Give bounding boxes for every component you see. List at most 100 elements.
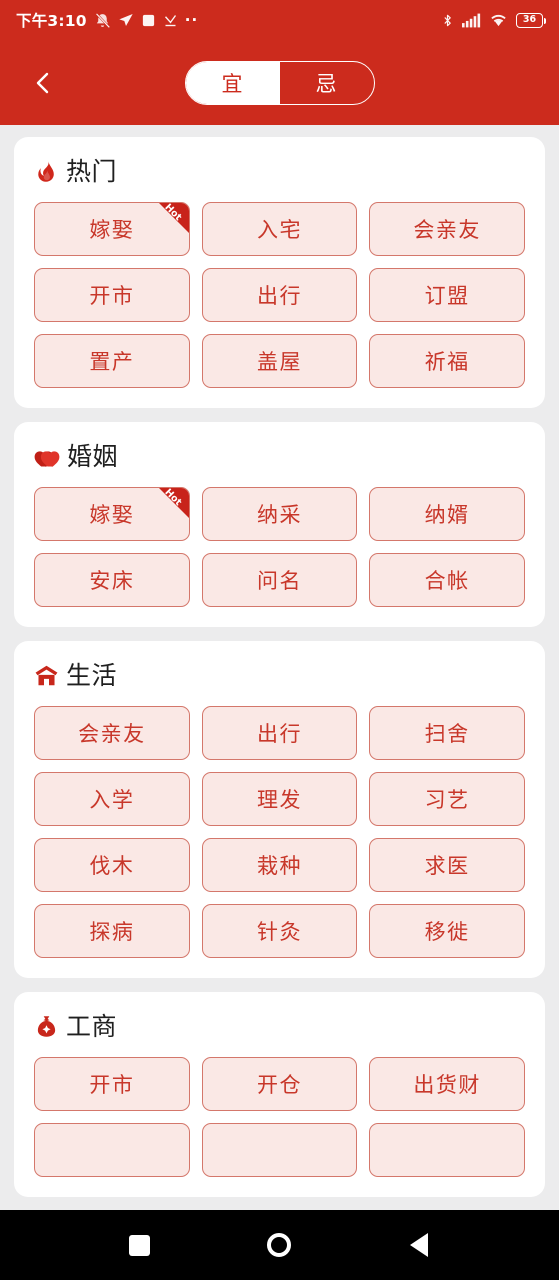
status-bar: 下午3:10 ·· 36 bbox=[0, 0, 559, 40]
chip-label: 问名 bbox=[256, 569, 302, 593]
house-icon bbox=[35, 665, 58, 686]
chip-label: 入宅 bbox=[256, 218, 302, 242]
chip-label: 扫舍 bbox=[424, 722, 470, 746]
section-grid: 开市 开仓 出货财 bbox=[34, 1057, 525, 1177]
yi-ji-toggle[interactable]: 宜 忌 bbox=[184, 60, 375, 105]
home-button[interactable] bbox=[256, 1222, 302, 1268]
chip-label: 开市 bbox=[89, 1073, 135, 1097]
chip-item[interactable]: 会亲友 bbox=[34, 706, 190, 760]
tab-yi[interactable]: 宜 bbox=[185, 61, 280, 104]
chip-item[interactable]: 开市 bbox=[34, 1057, 190, 1111]
status-bar-right: 36 bbox=[441, 12, 546, 29]
section-title: 婚姻 bbox=[67, 442, 119, 471]
section-card-life: 生活 会亲友 出行 扫舍 入学 理发 习艺 伐木 栽种 求医 探病 针灸 移徙 bbox=[14, 641, 545, 978]
chip-item[interactable]: 扫舍 bbox=[369, 706, 525, 760]
chip-item[interactable]: 开仓 bbox=[201, 1057, 358, 1111]
section-card-hot: 热门 嫁娶 Hot 入宅 会亲友 开市 出行 订盟 置产 盖屋 祈福 bbox=[14, 137, 545, 408]
back-button[interactable] bbox=[12, 52, 74, 114]
chip-item[interactable]: 入宅 bbox=[201, 202, 358, 256]
double-heart-icon bbox=[34, 450, 60, 467]
chip-label: 嫁娶 bbox=[89, 218, 135, 242]
circle-icon bbox=[267, 1233, 292, 1257]
back-nav-button[interactable] bbox=[396, 1222, 442, 1268]
chip-label: 开仓 bbox=[256, 1073, 302, 1097]
hot-ribbon bbox=[158, 488, 189, 518]
sections-scroll-area[interactable]: 热门 嫁娶 Hot 入宅 会亲友 开市 出行 订盟 置产 盖屋 祈福 婚姻 嫁娶… bbox=[0, 125, 559, 1210]
chip-item[interactable]: 移徙 bbox=[369, 904, 525, 958]
bluetooth-icon bbox=[444, 14, 451, 26]
battery-level: 36 bbox=[522, 14, 537, 26]
section-header: 婚姻 bbox=[34, 444, 525, 469]
bell-muted-icon bbox=[95, 12, 110, 28]
chip-item[interactable]: 习艺 bbox=[369, 772, 525, 826]
chip-item[interactable]: 会亲友 bbox=[369, 202, 525, 256]
section-grid: 嫁娶 Hot 入宅 会亲友 开市 出行 订盟 置产 盖屋 祈福 bbox=[34, 202, 525, 388]
chip-label: 伐木 bbox=[89, 854, 135, 878]
chip-item[interactable]: 栽种 bbox=[201, 838, 358, 892]
chip-item[interactable]: 置产 bbox=[34, 334, 190, 388]
section-card-business: 工商 开市 开仓 出货财 bbox=[14, 992, 545, 1197]
chip-item[interactable]: 开市 bbox=[34, 268, 190, 322]
chevron-left-icon bbox=[36, 72, 49, 93]
section-title: 工商 bbox=[66, 1012, 118, 1041]
chip-item[interactable] bbox=[369, 1123, 525, 1177]
flame-icon bbox=[38, 161, 54, 182]
chip-item[interactable]: 祈福 bbox=[369, 334, 525, 388]
section-header: 工商 bbox=[34, 1014, 525, 1039]
chip-item[interactable]: 出行 bbox=[201, 706, 358, 760]
chip-label: 纳采 bbox=[256, 503, 302, 527]
chip-item[interactable]: 合帐 bbox=[369, 553, 525, 607]
chip-item[interactable]: 入学 bbox=[34, 772, 190, 826]
square-app-icon bbox=[142, 14, 154, 26]
section-header: 生活 bbox=[34, 663, 525, 688]
chip-item[interactable]: 纳婿 bbox=[369, 487, 525, 541]
section-grid: 嫁娶 Hot 纳采 纳婿 安床 问名 合帐 bbox=[34, 487, 525, 607]
chip-label: 出货财 bbox=[413, 1073, 481, 1097]
download-check-icon bbox=[164, 14, 176, 26]
triangle-back-icon bbox=[410, 1233, 429, 1257]
more-dots-icon: ·· bbox=[184, 11, 199, 29]
status-time: 下午3:10 bbox=[16, 12, 87, 30]
chip-label: 盖屋 bbox=[256, 350, 302, 374]
chip-label: 祈福 bbox=[424, 350, 470, 374]
chip-label: 理发 bbox=[256, 788, 302, 812]
wifi-icon bbox=[491, 14, 506, 26]
chip-label: 安床 bbox=[89, 569, 135, 593]
chip-item[interactable] bbox=[201, 1123, 358, 1177]
chip-item[interactable]: 伐木 bbox=[34, 838, 190, 892]
chip-item[interactable]: 理发 bbox=[201, 772, 358, 826]
chip-item[interactable]: 出行 bbox=[201, 268, 358, 322]
chip-item[interactable]: 针灸 bbox=[201, 904, 358, 958]
android-nav-bar bbox=[0, 1210, 559, 1280]
hot-ribbon bbox=[158, 203, 189, 233]
chip-item[interactable]: 出货财 bbox=[369, 1057, 525, 1111]
paper-plane-icon bbox=[119, 14, 133, 26]
chip-item[interactable]: 盖屋 bbox=[201, 334, 358, 388]
chip-item[interactable]: 探病 bbox=[34, 904, 190, 958]
chip-label: 纳婿 bbox=[424, 503, 470, 527]
chip-item[interactable]: 求医 bbox=[369, 838, 525, 892]
tab-ji[interactable]: 忌 bbox=[280, 62, 374, 104]
chip-item[interactable] bbox=[34, 1123, 190, 1177]
chip-label: 针灸 bbox=[256, 920, 302, 944]
battery-icon: 36 bbox=[516, 12, 546, 28]
chip-label: 移徙 bbox=[424, 920, 470, 944]
chip-label: 栽种 bbox=[256, 854, 302, 878]
app-root: 下午3:10 ·· 36 宜 忌 热门 嫁娶 Hot 入宅 会亲友 开市 出行 … bbox=[0, 0, 559, 1280]
chip-label: 探病 bbox=[89, 920, 135, 944]
chip-item[interactable]: 嫁娶 Hot bbox=[34, 202, 190, 256]
chip-label: 求医 bbox=[424, 854, 470, 878]
cellular-signal-icon bbox=[462, 13, 481, 27]
chip-item[interactable]: 纳采 bbox=[201, 487, 358, 541]
chip-label: 置产 bbox=[89, 350, 135, 374]
chip-label: 开市 bbox=[89, 284, 135, 308]
section-title: 生活 bbox=[66, 661, 118, 690]
chip-label: 出行 bbox=[256, 284, 302, 308]
chip-item[interactable]: 安床 bbox=[34, 553, 190, 607]
chip-item[interactable]: 订盟 bbox=[369, 268, 525, 322]
chip-label: 合帐 bbox=[424, 569, 470, 593]
recents-button[interactable] bbox=[117, 1222, 163, 1268]
chip-item[interactable]: 问名 bbox=[201, 553, 358, 607]
chip-item[interactable]: 嫁娶 Hot bbox=[34, 487, 190, 541]
status-bar-left: 下午3:10 ·· bbox=[16, 9, 441, 31]
